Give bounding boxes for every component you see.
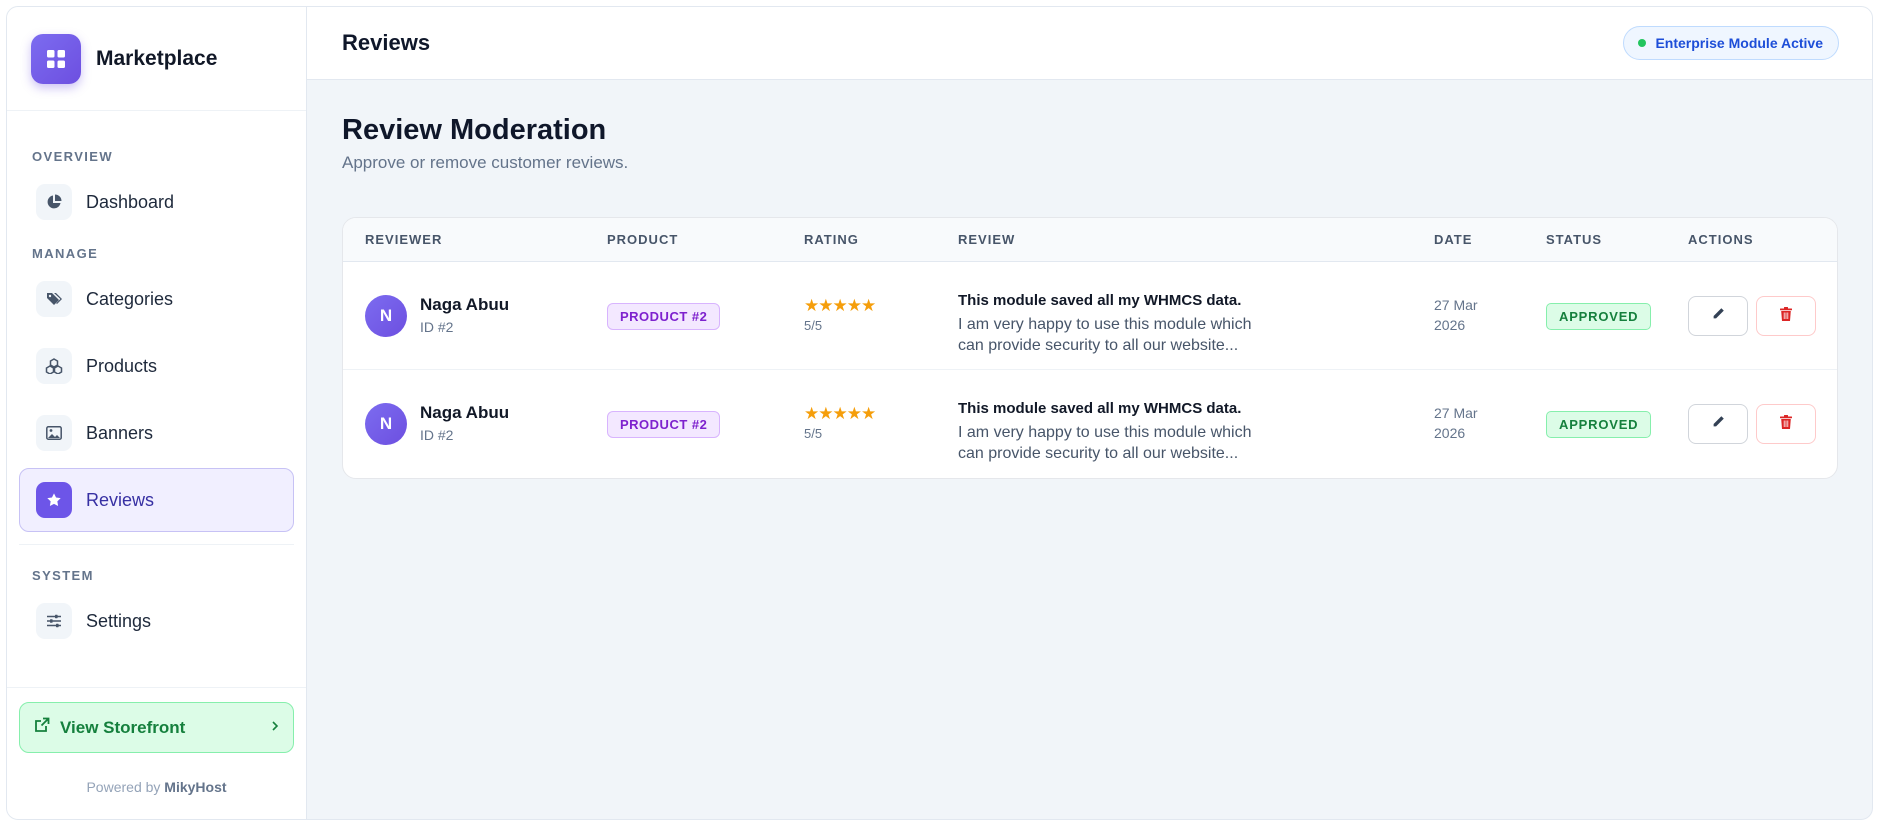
avatar: N [365, 403, 407, 445]
product-badge[interactable]: PRODUCT #2 [607, 303, 721, 330]
rating-stars: ★★★★★ [804, 296, 876, 315]
topbar: Reviews Enterprise Module Active [307, 7, 1872, 80]
column-header-actions: ACTIONS [1688, 232, 1754, 247]
reviews-table: REVIEWER PRODUCT RATING REVIEW DATE STAT… [342, 217, 1838, 479]
edit-review-button[interactable] [1688, 404, 1748, 444]
topbar-title: Reviews [342, 30, 431, 55]
pencil-icon [1712, 307, 1725, 325]
reviewer-id: ID #2 [420, 427, 454, 443]
column-header-rating: RATING [804, 232, 859, 247]
sidebar-item-label: Reviews [86, 489, 155, 510]
boxes-icon [36, 348, 72, 384]
pencil-icon [1712, 415, 1725, 433]
table-row: N Naga Abuu ID #2 PRODUCT #2 ★★★★★ 5/5 T… [343, 262, 1837, 370]
sidebar-item-label: Settings [86, 610, 152, 631]
nav-divider [19, 544, 294, 545]
sliders-icon [36, 603, 72, 639]
page-title: Review Moderation [342, 114, 607, 146]
avatar: N [365, 295, 407, 337]
reviewer-name: Naga Abuu [420, 295, 510, 314]
sidebar-item-settings[interactable]: Settings [19, 589, 294, 653]
reviewer-name: Naga Abuu [420, 403, 510, 422]
rating-text: 5/5 [804, 426, 823, 441]
table-row: N Naga Abuu ID #2 PRODUCT #2 ★★★★★ 5/5 T… [343, 370, 1837, 478]
column-header-reviewer: REVIEWER [365, 232, 443, 247]
page-subtitle: Approve or remove customer reviews. [342, 153, 629, 172]
chevron-right-icon [271, 719, 279, 737]
rating-stars: ★★★★★ [804, 404, 876, 423]
product-badge[interactable]: PRODUCT #2 [607, 411, 721, 438]
sidebar-item-label: Products [86, 355, 158, 376]
nav-section-manage: MANAGE [32, 246, 99, 261]
brand[interactable]: Marketplace [7, 7, 306, 111]
review-date: 27 Mar 2026 [1434, 297, 1478, 333]
powered-by-brand[interactable]: MikyHost [164, 779, 226, 795]
review-body: I am very happy to use this module which… [958, 316, 1252, 354]
edit-review-button[interactable] [1688, 296, 1748, 336]
sidebar-item-reviews[interactable]: Reviews [19, 468, 294, 532]
star-icon [36, 482, 72, 518]
review-title: This module saved all my WHMCS data. [958, 400, 1242, 417]
rating-text: 5/5 [804, 318, 823, 333]
sidebar-footer: View Storefront Powered by MikyHost [7, 687, 306, 819]
nav-section-overview: OVERVIEW [32, 149, 114, 164]
column-header-date: DATE [1434, 232, 1473, 247]
view-storefront-button[interactable]: View Storefront [19, 702, 294, 753]
grid-icon [31, 33, 81, 84]
sidebar-nav: OVERVIEW Dashboard MANAGE Categories Pro… [7, 111, 306, 687]
sidebar-item-banners[interactable]: Banners [19, 401, 294, 465]
delete-review-button[interactable] [1756, 404, 1816, 444]
page-content: Review Moderation Approve or remove cust… [307, 80, 1872, 513]
review-title: This module saved all my WHMCS data. [958, 292, 1242, 309]
reviewer-id: ID #2 [420, 319, 454, 335]
status-dot-icon [1638, 39, 1647, 47]
module-status-badge: Enterprise Module Active [1623, 26, 1839, 60]
sidebar-item-dashboard[interactable]: Dashboard [19, 170, 294, 234]
tags-icon [36, 281, 72, 317]
powered-by-prefix: Powered by [86, 779, 161, 795]
nav-section-system: SYSTEM [32, 568, 94, 583]
delete-review-button[interactable] [1756, 296, 1816, 336]
sidebar: Marketplace OVERVIEW Dashboard MANAGE Ca… [7, 7, 307, 819]
trash-icon [1780, 414, 1792, 434]
main-area: Reviews Enterprise Module Active Review … [307, 7, 1872, 819]
status-badge: APPROVED [1546, 411, 1652, 438]
column-header-review: REVIEW [958, 232, 1016, 247]
view-storefront-label: View Storefront [60, 717, 186, 737]
column-header-status: STATUS [1546, 232, 1603, 247]
sidebar-item-categories[interactable]: Categories [19, 267, 294, 331]
brand-name: Marketplace [96, 46, 218, 70]
table-header: REVIEWER PRODUCT RATING REVIEW DATE STAT… [343, 218, 1837, 262]
trash-icon [1780, 306, 1792, 326]
review-body: I am very happy to use this module which… [958, 424, 1252, 462]
sidebar-item-products[interactable]: Products [19, 334, 294, 398]
sidebar-item-label: Dashboard [86, 191, 175, 212]
module-status-text: Enterprise Module Active [1655, 35, 1823, 51]
external-link-icon [34, 717, 50, 738]
sidebar-item-label: Banners [86, 422, 154, 443]
app-window: Marketplace OVERVIEW Dashboard MANAGE Ca… [6, 6, 1873, 820]
column-header-product: PRODUCT [607, 232, 679, 247]
review-date: 27 Mar 2026 [1434, 405, 1478, 441]
image-icon [36, 415, 72, 451]
status-badge: APPROVED [1546, 303, 1652, 330]
sidebar-item-label: Categories [86, 288, 174, 309]
pie-chart-icon [36, 184, 72, 220]
powered-by: Powered by MikyHost [19, 779, 294, 795]
